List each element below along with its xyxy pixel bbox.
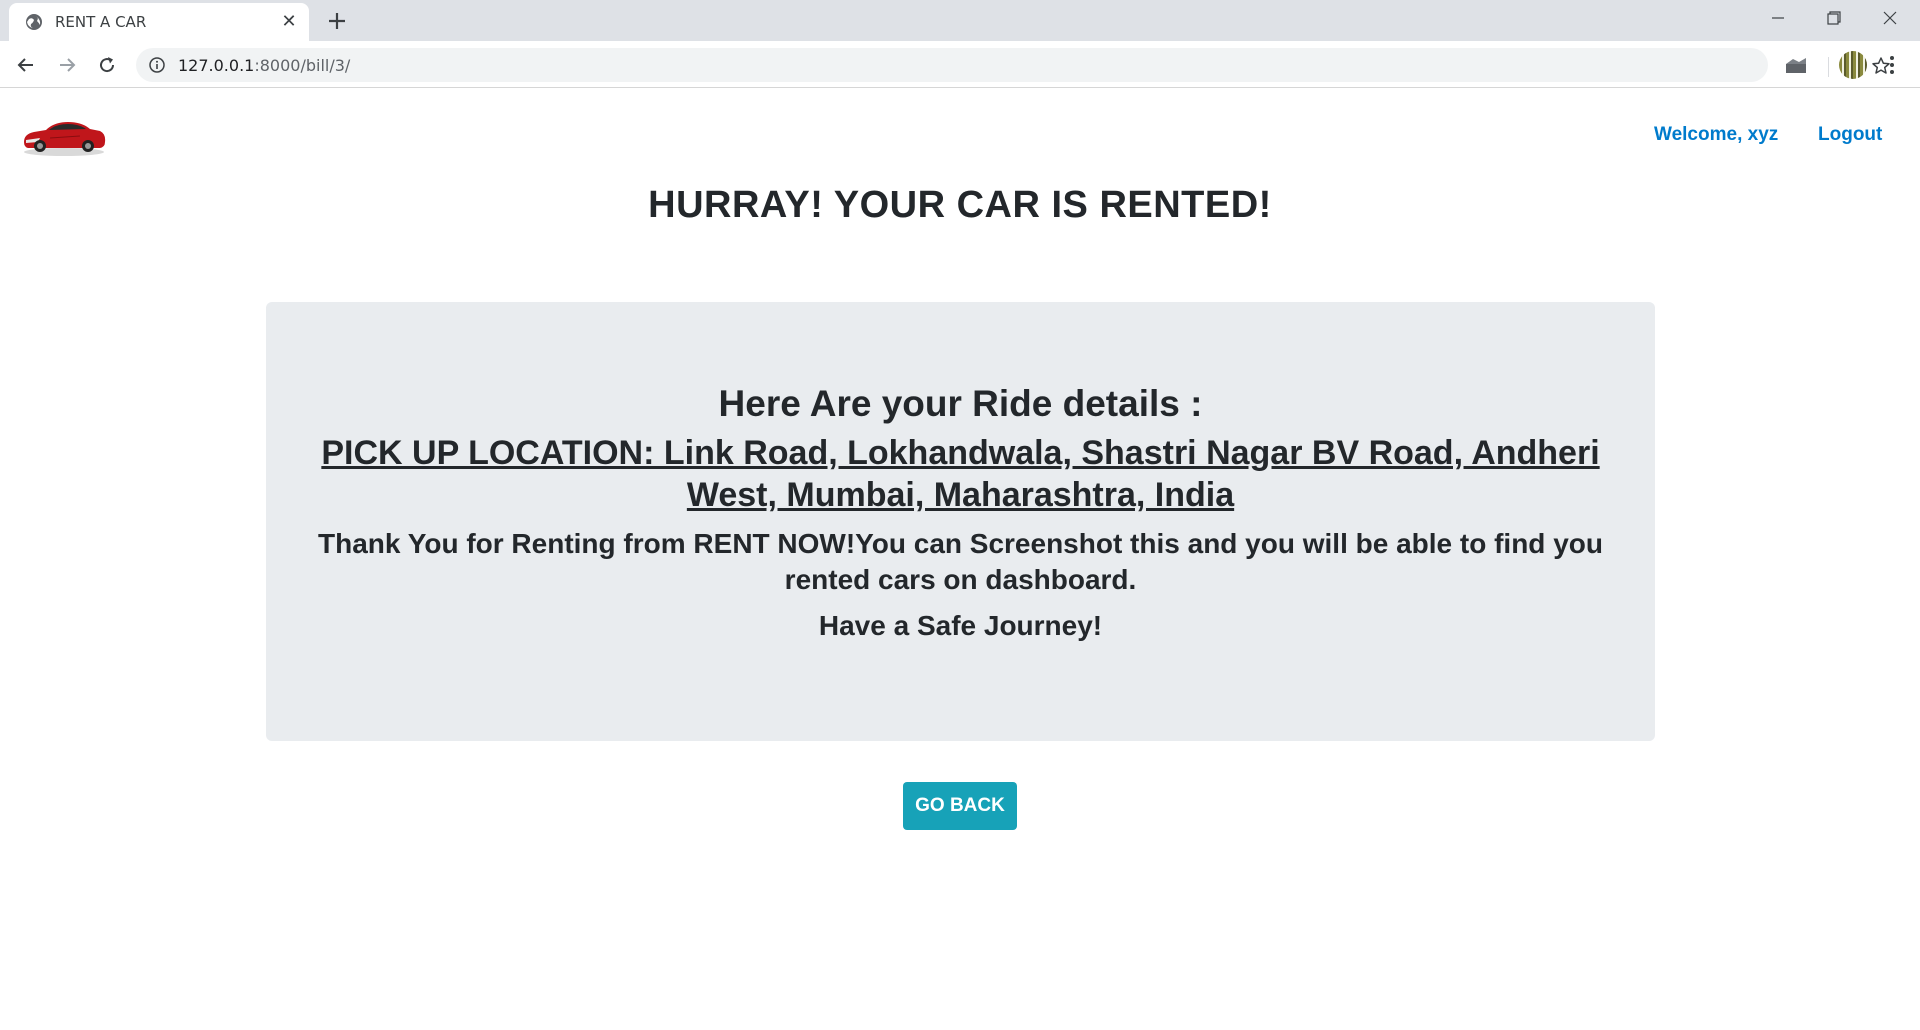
thank-you-message: Thank You for Renting from RENT NOW!You … bbox=[318, 528, 1603, 595]
new-tab-icon[interactable] bbox=[325, 9, 349, 33]
reload-icon[interactable] bbox=[93, 51, 121, 79]
ride-details-card: Here Are your Ride details : PICK UP LOC… bbox=[266, 302, 1655, 741]
ride-details-heading: Here Are your Ride details : bbox=[718, 383, 1203, 424]
pickup-location: PICK UP LOCATION: Link Road, Lokhandwala… bbox=[321, 434, 1600, 514]
url-host: 127.0.0.1 bbox=[178, 56, 255, 75]
toolbar-divider bbox=[1828, 57, 1829, 77]
tab-close-icon[interactable]: ✕ bbox=[279, 12, 299, 32]
globe-icon bbox=[26, 14, 42, 30]
info-icon[interactable] bbox=[149, 57, 165, 73]
window-close-icon[interactable] bbox=[1862, 0, 1918, 36]
page-title: HURRAY! YOUR CAR IS RENTED! bbox=[648, 184, 1272, 226]
forward-icon[interactable] bbox=[53, 51, 81, 79]
browser-tab[interactable]: RENT A CAR ✕ bbox=[9, 3, 309, 41]
url-path: :8000/bill/3/ bbox=[254, 56, 351, 75]
safe-journey-message: Have a Safe Journey! bbox=[818, 610, 1103, 641]
address-bar[interactable]: 127.0.0.1:8000/bill/3/ bbox=[136, 48, 1890, 82]
welcome-link[interactable]: Welcome, xyz bbox=[1654, 124, 1778, 146]
url-text: 127.0.0.1:8000/bill/3/ bbox=[178, 56, 350, 75]
car-logo[interactable] bbox=[20, 112, 108, 158]
back-icon[interactable] bbox=[12, 51, 40, 79]
minimize-icon[interactable] bbox=[1750, 0, 1806, 36]
profile-avatar[interactable] bbox=[1839, 51, 1867, 79]
go-back-button[interactable]: GO BACK bbox=[903, 782, 1017, 830]
browser-toolbar: 127.0.0.1:8000/bill/3/ bbox=[0, 41, 1920, 88]
page-content: Welcome, xyz Logout HURRAY! YOUR CAR IS … bbox=[0, 89, 1920, 1030]
menu-dots-icon[interactable] bbox=[1885, 55, 1899, 75]
tab-title: RENT A CAR bbox=[55, 13, 147, 31]
browser-tab-bar: RENT A CAR ✕ bbox=[0, 0, 1920, 41]
extension-icon[interactable] bbox=[1785, 57, 1807, 75]
restore-icon[interactable] bbox=[1806, 0, 1862, 36]
logout-link[interactable]: Logout bbox=[1818, 124, 1882, 146]
